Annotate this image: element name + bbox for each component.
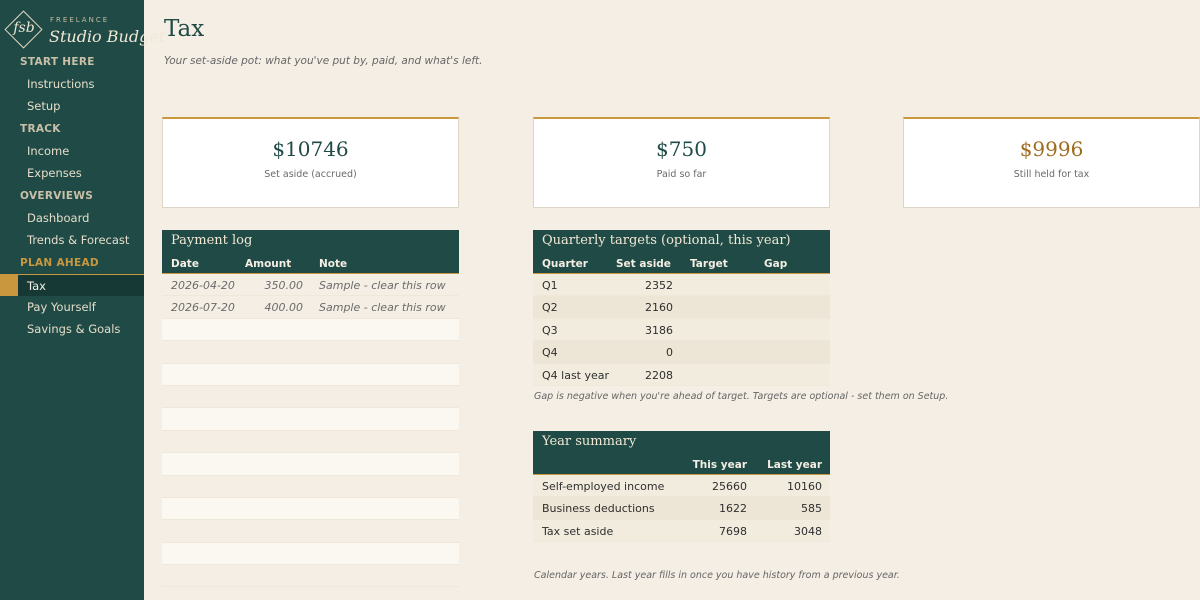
nav-item-expenses[interactable]: Expenses bbox=[0, 162, 144, 184]
quarterly-note: Gap is negative when you're ahead of tar… bbox=[534, 391, 949, 402]
cell-quarter: Q2 bbox=[542, 301, 558, 315]
empty-row[interactable] bbox=[162, 520, 459, 543]
empty-row[interactable] bbox=[162, 453, 459, 476]
cell-last-year: 10160 bbox=[787, 480, 822, 493]
logo-tagline: FREELANCE bbox=[50, 16, 110, 24]
cell-label: Business deductions bbox=[542, 502, 655, 516]
card-value: $10746 bbox=[272, 137, 349, 161]
payment-log-header: Payment log Date Amount Note bbox=[162, 230, 459, 274]
column-header-amount: Amount bbox=[245, 258, 292, 270]
year-summary-title: Year summary bbox=[542, 434, 637, 449]
year-summary-table: Year summary This year Last year Self-em… bbox=[533, 431, 830, 543]
quarterly-targets-header: Quarterly targets (optional, this year) … bbox=[533, 230, 830, 274]
cell-quarter: Q3 bbox=[542, 323, 558, 337]
nav-item-trends-forecast[interactable]: Trends & Forecast bbox=[0, 229, 144, 251]
cell-this-year: 1622 bbox=[719, 502, 747, 516]
cell-last-year: 585 bbox=[801, 502, 822, 516]
cell-label: Tax set aside bbox=[542, 524, 614, 538]
empty-row[interactable] bbox=[162, 475, 459, 498]
table-row: Q4 last year 2208 bbox=[533, 363, 830, 386]
cell-set-aside: 2352 bbox=[645, 279, 673, 292]
empty-row[interactable] bbox=[162, 341, 459, 364]
empty-row[interactable] bbox=[162, 430, 459, 454]
payment-log-table: Payment log Date Amount Note 2026-04-20 … bbox=[162, 230, 459, 588]
card-still-held: $9996 Still held for tax bbox=[903, 117, 1200, 208]
nav-item-dashboard[interactable]: Dashboard bbox=[0, 207, 144, 229]
payment-log-title: Payment log bbox=[171, 233, 253, 248]
table-row[interactable]: 2026-07-20 400.00 Sample - clear this ro… bbox=[162, 296, 459, 319]
empty-row[interactable] bbox=[162, 408, 459, 431]
cell-label: Self-employed income bbox=[542, 480, 665, 493]
cell-this-year: 7698 bbox=[719, 524, 747, 538]
cell-note[interactable]: Sample - clear this row bbox=[319, 301, 446, 314]
nav-section-plan-ahead: PLAN AHEAD bbox=[20, 257, 99, 269]
column-header-set-aside: Set aside bbox=[616, 258, 671, 270]
page-subtitle: Your set-aside pot: what you've put by, … bbox=[164, 55, 483, 67]
nav-item-savings-goals[interactable]: Savings & Goals bbox=[0, 318, 144, 340]
year-summary-header: Year summary This year Last year bbox=[533, 431, 830, 475]
empty-row[interactable] bbox=[162, 565, 459, 588]
cell-date[interactable]: 2026-07-20 bbox=[171, 301, 235, 314]
cell-quarter: Q4 bbox=[542, 346, 558, 360]
nav-section-overviews: OVERVIEWS bbox=[20, 190, 94, 202]
empty-row[interactable] bbox=[162, 542, 459, 566]
table-row: Q4 0 bbox=[533, 341, 830, 364]
column-header-gap: Gap bbox=[764, 258, 788, 270]
table-row[interactable]: 2026-04-20 350.00 Sample - clear this ro… bbox=[162, 274, 459, 297]
cell-quarter: Q1 bbox=[542, 279, 558, 292]
card-label: Still held for tax bbox=[1013, 169, 1090, 180]
cell-note[interactable]: Sample - clear this row bbox=[319, 279, 446, 292]
column-header-date: Date bbox=[171, 258, 199, 270]
table-row: Q2 2160 bbox=[533, 296, 830, 319]
table-row: Self-employed income 25660 10160 bbox=[533, 475, 830, 498]
card-value: $9996 bbox=[1019, 137, 1084, 161]
cell-amount[interactable]: 400.00 bbox=[265, 301, 304, 314]
nav-item-tax[interactable]: Tax bbox=[0, 274, 144, 296]
page-title: Tax bbox=[164, 16, 205, 42]
cell-quarter: Q4 last year bbox=[542, 368, 610, 382]
table-row: Tax set aside 7698 3048 bbox=[533, 519, 830, 543]
nav-item-setup[interactable]: Setup bbox=[0, 95, 144, 117]
cell-date[interactable]: 2026-04-20 bbox=[171, 279, 235, 292]
table-row: Q3 3186 bbox=[533, 318, 830, 342]
card-paid-so-far: $750 Paid so far bbox=[533, 117, 830, 208]
quarterly-targets-title: Quarterly targets (optional, this year) bbox=[542, 233, 791, 248]
empty-row[interactable] bbox=[162, 385, 459, 409]
column-header-quarter: Quarter bbox=[542, 258, 588, 270]
logo-name: Studio Budget bbox=[49, 27, 166, 46]
nav-item-income[interactable]: Income bbox=[0, 140, 144, 162]
nav-section-track: TRACK bbox=[20, 123, 61, 135]
quarterly-targets-table: Quarterly targets (optional, this year) … bbox=[533, 230, 830, 386]
cell-amount[interactable]: 350.00 bbox=[265, 279, 304, 292]
nav-item-pay-yourself[interactable]: Pay Yourself bbox=[0, 296, 144, 318]
sidebar: fsb FREELANCE Studio Budget START HERE I… bbox=[0, 0, 165, 600]
empty-row[interactable] bbox=[162, 497, 459, 521]
nav-item-instructions[interactable]: Instructions bbox=[0, 73, 144, 95]
table-row: Q1 2352 bbox=[533, 274, 830, 297]
cell-set-aside: 0 bbox=[666, 346, 673, 360]
column-header-last-year: Last year bbox=[767, 459, 822, 471]
cell-set-aside: 2208 bbox=[645, 368, 673, 382]
year-summary-note: Calendar years. Last year fills in once … bbox=[534, 570, 900, 581]
cell-this-year: 25660 bbox=[712, 480, 747, 493]
column-header-target: Target bbox=[690, 258, 728, 270]
column-header-this-year: This year bbox=[692, 459, 747, 471]
cell-last-year: 3048 bbox=[794, 524, 822, 538]
nav-section-start-here: START HERE bbox=[20, 56, 95, 68]
column-header-note: Note bbox=[319, 258, 348, 270]
card-value: $750 bbox=[656, 137, 707, 161]
empty-row[interactable] bbox=[162, 363, 459, 386]
brand-logo: fsb FREELANCE Studio Budget bbox=[4, 10, 165, 54]
card-label: Set aside (accrued) bbox=[264, 169, 357, 180]
card-label: Paid so far bbox=[656, 169, 707, 180]
cell-set-aside: 3186 bbox=[645, 323, 673, 337]
empty-row[interactable] bbox=[162, 318, 459, 342]
cell-set-aside: 2160 bbox=[645, 301, 673, 315]
card-set-aside: $10746 Set aside (accrued) bbox=[162, 117, 459, 208]
table-row: Business deductions 1622 585 bbox=[533, 497, 830, 520]
logo-mark: fsb bbox=[13, 20, 35, 36]
